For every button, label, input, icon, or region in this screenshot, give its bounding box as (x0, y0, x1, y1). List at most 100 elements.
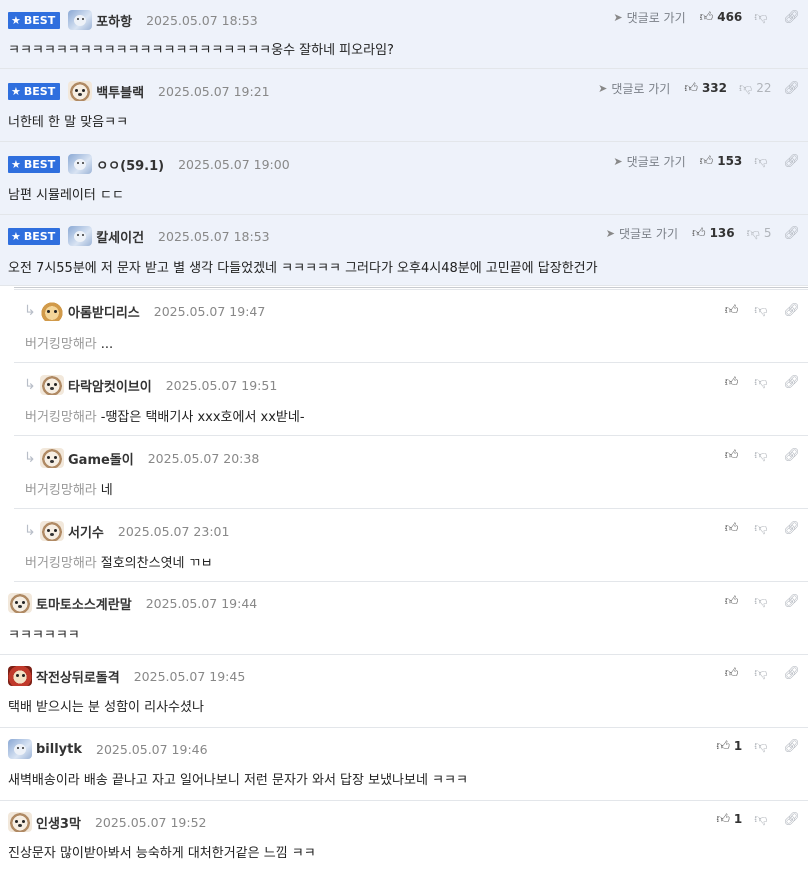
thumbs-down-icon: 👎︎ (754, 738, 768, 754)
comment: 작전상뒤로돌격 2025.05.07 19:45 👍︎ 👎︎ 🔗︎ 택배 받으시… (0, 655, 808, 728)
avatar[interactable] (40, 521, 64, 541)
dislike-button[interactable]: 👎︎ (754, 303, 771, 318)
comment-date: 2025.05.07 19:45 (133, 668, 246, 684)
link-icon[interactable]: 🔗︎ (783, 10, 800, 25)
avatar[interactable] (40, 301, 64, 321)
link-icon[interactable]: 🔗︎ (783, 521, 800, 536)
avatar[interactable] (40, 448, 64, 468)
comment-text: 버거킹망해라 네 (25, 479, 113, 498)
reply-arrow-icon: ↳ (24, 377, 36, 393)
nickname[interactable]: Game돌이 (68, 449, 134, 468)
link-icon[interactable]: 🔗︎ (783, 375, 800, 390)
like-button[interactable]: 👍︎ 136 (692, 226, 735, 241)
comment-text: ㅋㅋㅋㅋㅋㅋㅋㅋㅋㅋㅋㅋㅋㅋㅋㅋㅋㅋㅋㅋㅋㅋ웅수 잘하네 피오라임? (8, 43, 394, 58)
nickname[interactable]: 칼세이건 (96, 227, 144, 246)
mentioned-user[interactable]: 버거킹망해라 (25, 337, 97, 352)
thumbs-up-icon: 👍︎ (699, 9, 714, 25)
avatar[interactable] (68, 226, 93, 246)
like-button[interactable]: 👍︎ (725, 303, 743, 318)
nickname[interactable]: 포하항 (96, 11, 132, 30)
link-icon[interactable]: 🔗︎ (783, 739, 800, 754)
nickname[interactable]: 토마토소스계란말 (36, 594, 132, 613)
comment-actions: 👍︎ 👎︎ 🔗︎ (725, 446, 800, 464)
thumbs-down-icon: 👎︎ (754, 811, 768, 827)
dislike-button[interactable]: 👎︎ 22 (739, 81, 771, 96)
like-button[interactable]: 👍︎ (725, 375, 743, 390)
dislike-button[interactable]: 👎︎ 5 (747, 226, 772, 241)
mentioned-user[interactable]: 버거킹망해라 (25, 410, 97, 425)
dislike-button[interactable]: 👎︎ (754, 10, 771, 25)
like-button[interactable]: 👍︎ (725, 666, 743, 681)
dislike-button[interactable]: 👎︎ (754, 375, 771, 390)
nickname[interactable]: 인생3막 (36, 813, 81, 832)
like-count: 466 (717, 10, 743, 24)
best-badge: ★ BEST (8, 155, 61, 173)
goto-comment-link[interactable]: ➤ 댓글로 가기 (598, 80, 670, 97)
nickname[interactable]: 서기수 (68, 522, 104, 541)
dislike-button[interactable]: 👎︎ (754, 739, 771, 754)
thumbs-up-icon: 👍︎ (724, 520, 739, 536)
comment-date: 2025.05.07 19:00 (178, 156, 290, 172)
dislike-button[interactable]: 👎︎ (754, 666, 771, 681)
nickname[interactable]: billytk (36, 742, 82, 757)
comment-actions: ➤ 댓글로 가기 👍︎ 466 👎︎ 🔗︎ (613, 8, 800, 26)
nickname[interactable]: 타락암컷이브이 (68, 376, 152, 395)
goto-comment-link[interactable]: ➤ 댓글로 가기 (613, 153, 685, 170)
link-icon[interactable]: 🔗︎ (783, 154, 800, 169)
best-label: BEST (23, 157, 56, 171)
avatar[interactable] (8, 593, 32, 613)
link-icon[interactable]: 🔗︎ (783, 448, 800, 463)
comment-date: 2025.05.07 19:46 (96, 741, 208, 757)
dislike-button[interactable]: 👎︎ (754, 154, 771, 169)
link-icon[interactable]: 🔗︎ (783, 226, 800, 241)
like-button[interactable]: 👍︎ (725, 448, 743, 463)
comment-text: 새벽배송이라 배송 끝나고 자고 일어나보니 저런 문자가 와서 답장 보냈나보… (8, 773, 468, 788)
like-button[interactable]: 👍︎ (725, 594, 743, 609)
avatar[interactable] (68, 154, 93, 174)
link-icon[interactable]: 🔗︎ (783, 666, 800, 681)
comment-actions: ➤ 댓글로 가기 👍︎ 136 👎︎ 5 🔗︎ (606, 224, 800, 242)
like-button[interactable]: 👍︎ 153 (700, 154, 743, 169)
send-arrow-icon: ➤ (605, 226, 615, 240)
link-icon[interactable]: 🔗︎ (783, 812, 800, 827)
avatar[interactable] (8, 812, 32, 832)
avatar[interactable] (68, 10, 93, 30)
thumbs-up-icon: 👍︎ (724, 374, 739, 390)
mentioned-user[interactable]: 버거킹망해라 (25, 556, 97, 571)
comment: 인생3막 2025.05.07 19:52 👍︎ 1 👎︎ 🔗︎ 진상문자 많이받… (0, 801, 808, 876)
goto-comment-link[interactable]: ➤ 댓글로 가기 (613, 9, 685, 26)
nickname[interactable]: ㅇㅇ(59.1) (96, 155, 164, 174)
comment-date: 2025.05.07 20:38 (147, 450, 260, 466)
nickname[interactable]: 아롬받디리스 (68, 302, 140, 321)
comment-text: 남편 시뮬레이터 ㄷㄷ (8, 188, 124, 203)
comment-header: ★ BEST 백투블랙 2025.05.07 19:21 (8, 81, 270, 101)
link-icon[interactable]: 🔗︎ (783, 81, 800, 96)
dislike-button[interactable]: 👎︎ (754, 521, 771, 536)
link-icon[interactable]: 🔗︎ (783, 303, 800, 318)
dislike-button[interactable]: 👎︎ (754, 594, 771, 609)
avatar[interactable] (40, 375, 64, 395)
nickname[interactable]: 작전상뒤로돌격 (36, 667, 120, 686)
best-comment: ★ BEST ㅇㅇ(59.1) 2025.05.07 19:00 ➤ 댓글로 가기 … (0, 142, 808, 215)
link-icon[interactable]: 🔗︎ (783, 594, 800, 609)
like-button[interactable]: 👍︎ 466 (700, 10, 743, 25)
comment-actions: 👍︎ 1 👎︎ 🔗︎ (716, 737, 800, 755)
nickname[interactable]: 백투블랙 (96, 82, 144, 101)
avatar[interactable] (8, 666, 32, 686)
avatar[interactable] (68, 81, 93, 101)
comment-header: ↳ 타락암컷이브이 2025.05.07 19:51 (24, 375, 277, 395)
like-button[interactable]: 👍︎ 332 (684, 81, 727, 96)
goto-comment-link[interactable]: ➤ 댓글로 가기 (606, 225, 678, 242)
like-button[interactable]: 👍︎ 1 (716, 739, 742, 754)
dislike-button[interactable]: 👎︎ (754, 448, 771, 463)
comment-actions: 👍︎ 👎︎ 🔗︎ (725, 664, 800, 682)
comment-date: 2025.05.07 18:53 (146, 12, 258, 28)
reply-text: ... (100, 337, 114, 352)
like-button[interactable]: 👍︎ (725, 521, 743, 536)
dislike-button[interactable]: 👎︎ (754, 812, 771, 827)
comment-date: 2025.05.07 18:53 (158, 228, 270, 244)
comment-header: 토마토소스계란말 2025.05.07 19:44 (8, 593, 257, 613)
like-button[interactable]: 👍︎ 1 (716, 812, 742, 827)
mentioned-user[interactable]: 버거킹망해라 (25, 483, 97, 498)
avatar[interactable] (8, 739, 32, 759)
